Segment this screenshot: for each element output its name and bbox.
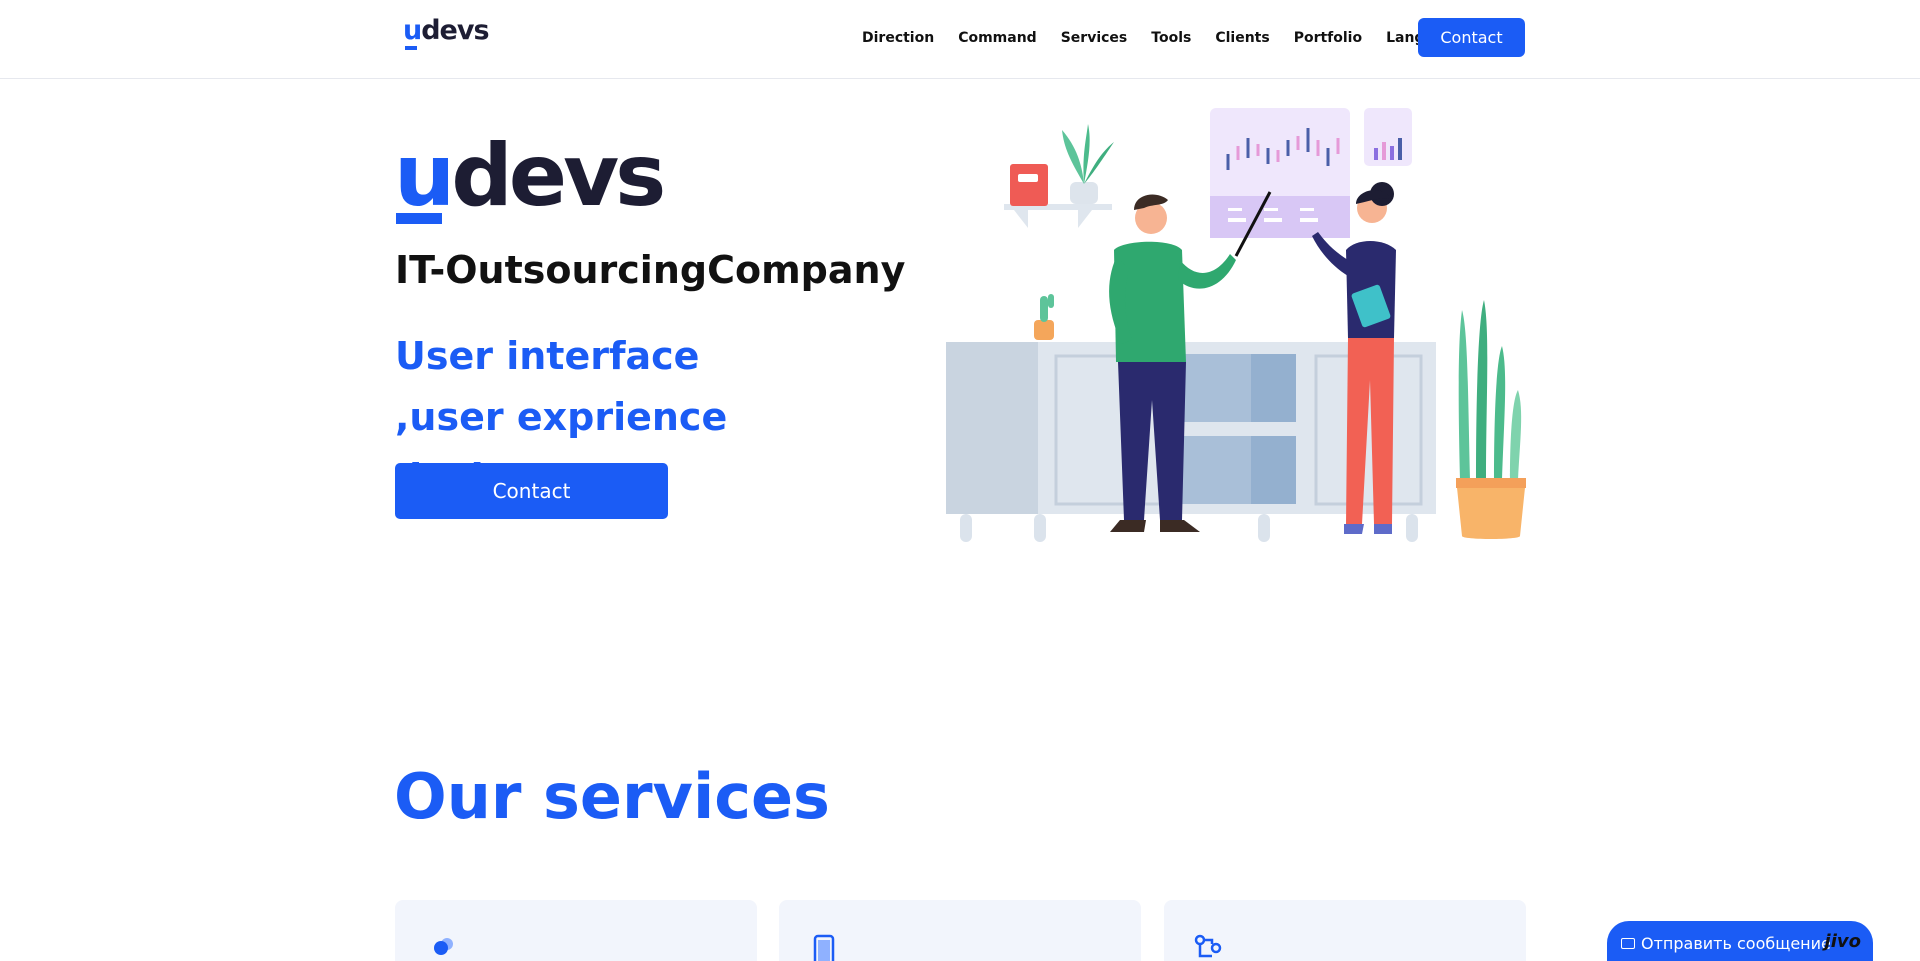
nav-item-services[interactable]: Services <box>1061 30 1128 46</box>
hero-logo: udevs <box>394 126 666 226</box>
nav-item-command[interactable]: Command <box>958 30 1037 46</box>
logo-wordmark: udevs <box>403 16 490 50</box>
nav-item-direction[interactable]: Direction <box>862 30 934 46</box>
services-heading: Our services <box>394 760 830 833</box>
service-card[interactable] <box>395 900 757 961</box>
header-contact-button[interactable]: Contact <box>1418 18 1525 57</box>
nav-item-clients[interactable]: Clients <box>1215 30 1269 46</box>
hero-tagline: IT-OutsourcingCompany <box>395 248 906 292</box>
mail-icon <box>1621 938 1635 949</box>
team-icon <box>434 938 453 955</box>
hero-contact-button[interactable]: Contact <box>395 463 668 519</box>
service-card[interactable] <box>1164 900 1526 961</box>
hero-logo-underline <box>396 213 442 224</box>
jivo-logo: jivo <box>1824 931 1861 952</box>
main-nav: Direction Command Services Tools Clients… <box>862 18 1487 58</box>
header-logo[interactable]: udevs <box>403 14 490 50</box>
logo-underline <box>405 46 417 50</box>
team-meeting-illustration <box>946 108 1526 542</box>
site-header: udevs Direction Command Services Tools C… <box>0 0 1920 79</box>
workflow-icon <box>1194 934 1222 958</box>
hero-logo-wordmark: udevs <box>394 126 666 226</box>
nav-item-tools[interactable]: Tools <box>1151 30 1191 46</box>
mobile-phone-icon <box>813 934 835 961</box>
nav-item-portfolio[interactable]: Portfolio <box>1294 30 1362 46</box>
chat-label: Отправить сообщение <box>1641 934 1831 953</box>
chat-widget[interactable]: Отправить сообщение jivo <box>1607 921 1873 961</box>
service-card[interactable] <box>779 900 1141 961</box>
